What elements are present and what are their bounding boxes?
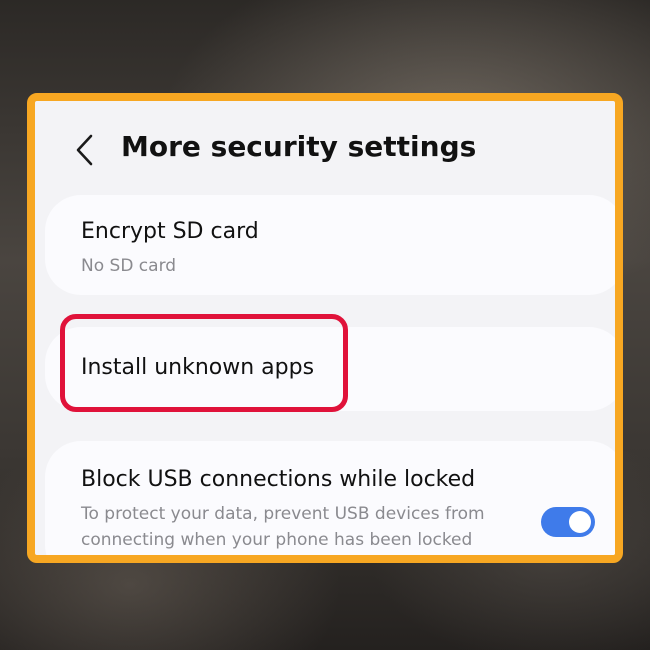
setting-title: Encrypt SD card xyxy=(81,219,259,244)
block-usb-toggle[interactable] xyxy=(541,507,595,537)
setting-block-usb-connections[interactable]: Block USB connections while locked To pr… xyxy=(45,441,615,555)
setting-subtitle-line-1: To protect your data, prevent USB device… xyxy=(81,504,485,524)
settings-screen: More security settings Encrypt SD card N… xyxy=(27,93,623,563)
toggle-knob xyxy=(569,511,591,533)
setting-subtitle: No SD card xyxy=(81,256,177,276)
setting-install-unknown-apps[interactable]: Install unknown apps xyxy=(45,327,615,411)
setting-subtitle-line-2: connecting when your phone has been lock… xyxy=(81,530,473,550)
header-bar: More security settings xyxy=(35,101,615,201)
setting-encrypt-sd-card[interactable]: Encrypt SD card No SD card xyxy=(45,195,615,295)
setting-title: Block USB connections while locked xyxy=(81,467,476,492)
chevron-left-icon[interactable] xyxy=(73,133,97,167)
setting-title: Install unknown apps xyxy=(81,355,315,380)
page-title: More security settings xyxy=(121,130,477,163)
setting-subtitle: To protect your data, prevent USB device… xyxy=(81,501,485,553)
